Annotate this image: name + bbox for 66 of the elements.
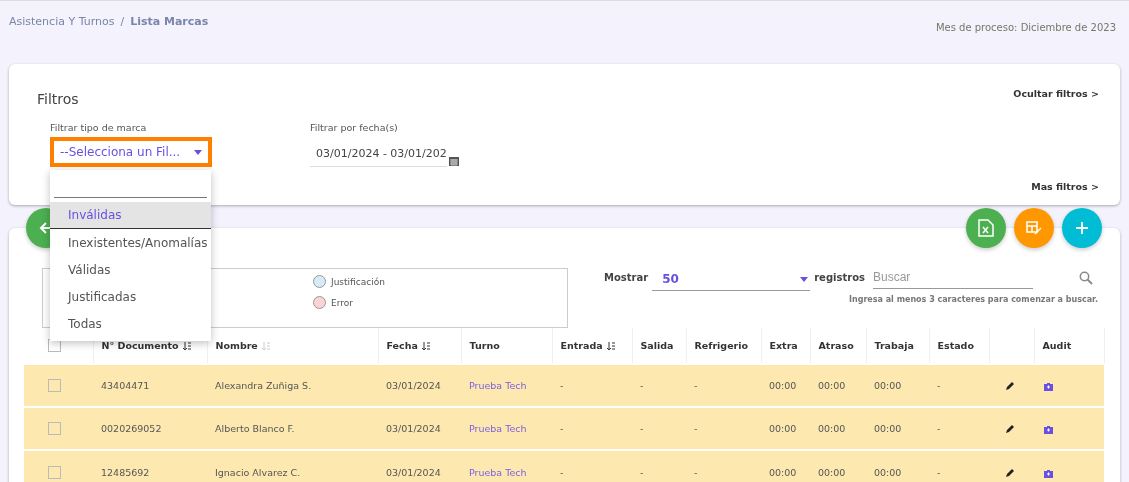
row-checkbox[interactable] — [48, 422, 61, 435]
menu-option[interactable]: Todas — [50, 310, 211, 337]
column-header[interactable]: Entrada — [560, 340, 603, 351]
caret-icon — [800, 276, 809, 282]
search-icon[interactable] — [1078, 271, 1093, 285]
worked-cell: 00:00 — [866, 450, 929, 482]
page-size-select[interactable]: 50 — [652, 268, 811, 291]
more-filters-link[interactable]: Mas filtros > — [1031, 181, 1099, 192]
date-range-field[interactable]: 03/01/2024 - 03/01/202 — [310, 143, 447, 167]
break-cell: - — [686, 450, 761, 482]
legend-label: Error — [331, 297, 353, 308]
document-cell: 12485692 — [93, 450, 207, 482]
sort-icon[interactable] — [182, 342, 192, 351]
column-header: Extra — [769, 340, 798, 351]
briefcase-icon[interactable] — [1044, 468, 1053, 478]
column-header: Audit — [1042, 340, 1072, 351]
mark-type-select[interactable]: --Selecciona un Fil... — [50, 137, 212, 167]
menu-option[interactable]: Inválidas — [50, 202, 211, 229]
filters-title: Filtros — [37, 91, 79, 107]
entry-cell: - — [552, 450, 632, 482]
records-label: registros — [814, 271, 865, 283]
column-header[interactable]: Fecha — [386, 340, 418, 351]
status-cell: - — [929, 450, 989, 482]
extra-cell: 00:00 — [761, 450, 810, 482]
column-header: Salida — [640, 340, 674, 351]
column-header: Refrigerio — [694, 340, 749, 351]
name-cell: Ignacio Alvarez C. — [207, 450, 378, 482]
column-header: Trabaja — [874, 340, 914, 351]
pencil-icon[interactable] — [1005, 468, 1014, 478]
field-label: Filtrar por fecha(s) — [310, 122, 399, 133]
menu-option[interactable]: Inexistentes/Anomalías — [50, 229, 211, 256]
menu-option[interactable]: Justificadas — [50, 283, 211, 310]
row-checkbox[interactable] — [48, 465, 61, 479]
column-header: Turno — [469, 340, 500, 351]
spreadsheet-file-icon — [978, 219, 994, 237]
column-header[interactable]: Nombre — [215, 340, 258, 351]
shift-cell[interactable]: Prueba Tech — [461, 450, 552, 482]
column-header: Estado — [937, 340, 974, 351]
pencil-icon[interactable] — [1005, 382, 1014, 391]
plus-icon — [1076, 222, 1088, 234]
legend-label: Justificación — [331, 276, 385, 287]
sort-icon[interactable] — [606, 342, 616, 351]
briefcase-icon[interactable] — [1044, 382, 1053, 391]
late-cell: 00:00 — [810, 450, 866, 482]
breadcrumb-separator: / — [120, 15, 125, 30]
hide-filters-link[interactable]: Ocultar filtros > — [1013, 88, 1099, 99]
table-edit-icon — [1026, 220, 1042, 236]
column-header[interactable]: N° Documento — [101, 340, 179, 351]
date-cell: 03/01/2024 — [378, 450, 461, 482]
excel-export-button[interactable] — [966, 208, 1006, 248]
show-label: Mostrar — [604, 271, 649, 283]
field-label: Filtrar tipo de marca — [50, 122, 148, 133]
row-checkbox[interactable] — [48, 379, 61, 392]
add-button[interactable] — [1062, 208, 1102, 248]
menu-option[interactable]: Válidas — [50, 256, 211, 283]
exit-cell: - — [632, 450, 686, 482]
calendar-icon[interactable] — [449, 156, 459, 166]
back-arrow-icon — [39, 221, 53, 235]
column-header: Atraso — [818, 340, 854, 351]
briefcase-icon[interactable] — [1044, 425, 1053, 434]
search-hint: Ingresa al menos 3 caracteres para comenzar a buscar. — [849, 295, 1098, 304]
breadcrumb-current: Lista Marcas — [130, 15, 209, 30]
process-month: Mes de proceso: Diciembre de 2023 — [935, 22, 1116, 35]
pencil-icon[interactable] — [1005, 425, 1014, 434]
caret-icon — [194, 149, 202, 155]
sort-icon[interactable] — [421, 342, 431, 351]
